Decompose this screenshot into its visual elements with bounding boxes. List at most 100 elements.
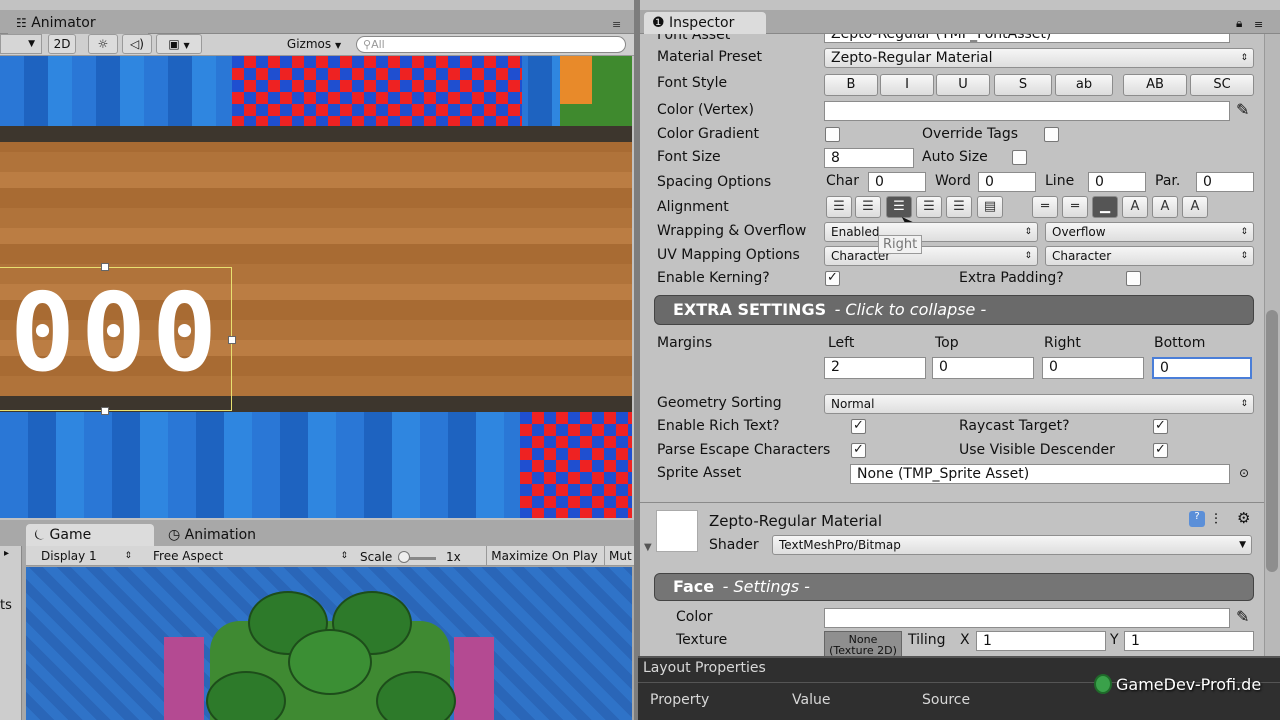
align-geometry-button[interactable]: ▤ [977, 196, 1003, 218]
face-color-swatch[interactable] [824, 608, 1230, 628]
inspector-menu-icon[interactable]: ≡ [1254, 18, 1263, 31]
align-justify-button[interactable]: ☰ [916, 196, 942, 218]
extra-settings-hint: - Click to collapse - [834, 300, 987, 319]
valign-bottom-button[interactable]: ▁ [1092, 196, 1118, 218]
lighting-toggle[interactable]: ☼ [88, 34, 118, 54]
material-preset-value: Zepto-Regular Material [831, 50, 993, 66]
color-vertex-swatch[interactable] [824, 101, 1230, 121]
scene-viewport[interactable]: 000 [0, 56, 632, 518]
valign-middle-button[interactable]: ═ [1062, 196, 1088, 218]
material-foldout-icon[interactable]: ▼ [644, 542, 652, 553]
overflow-dropdown[interactable]: Overflow ⇕ [1045, 222, 1254, 242]
margin-bottom-input[interactable]: 0 [1152, 357, 1252, 379]
face-settings-header[interactable]: Face - Settings - [654, 573, 1254, 601]
color-gradient-checkbox[interactable] [825, 127, 840, 142]
tab-animation[interactable]: ◷ Animation [160, 524, 300, 546]
visible-descender-checkbox[interactable]: ✓ [1153, 443, 1168, 458]
valign-top-button[interactable]: ═ [1032, 196, 1058, 218]
margin-right-input[interactable]: 0 [1042, 357, 1144, 379]
clock-icon: ◷ [168, 527, 181, 543]
char-spacing-input[interactable]: 0 [868, 172, 926, 192]
style-lowercase-button[interactable]: ab [1055, 74, 1113, 96]
info-icon: ❶ [652, 15, 665, 31]
style-strike-button[interactable]: S [994, 74, 1052, 96]
rich-text-label: Enable Rich Text? [657, 418, 780, 434]
raycast-checkbox[interactable]: ✓ [1153, 419, 1168, 434]
layout-properties-title[interactable]: Layout Properties [643, 660, 766, 676]
style-uppercase-button[interactable]: AB [1123, 74, 1187, 96]
sprite-asset-field[interactable]: None (TMP_Sprite Asset) [850, 464, 1230, 484]
help-book-icon[interactable]: ? [1189, 511, 1205, 527]
extra-settings-header[interactable]: EXTRA SETTINGS - Click to collapse - [654, 295, 1254, 325]
handle-top[interactable] [101, 263, 109, 271]
shading-dropdown[interactable]: ▼ [0, 34, 42, 54]
handle-bottom[interactable] [101, 407, 109, 415]
sand-tile [560, 56, 592, 104]
gizmos-dropdown[interactable]: Gizmos ▼ [282, 34, 346, 54]
eyedropper-icon[interactable]: ✎ [1236, 607, 1249, 626]
override-tags-checkbox[interactable] [1044, 127, 1059, 142]
settings-gear-icon[interactable]: ⚙ [1237, 509, 1250, 527]
margin-left-input[interactable]: 2 [824, 357, 926, 379]
escape-chars-checkbox[interactable]: ✓ [851, 443, 866, 458]
override-tags-label: Override Tags [922, 126, 1019, 142]
material-preset-dropdown[interactable]: Zepto-Regular Material ⇕ [824, 48, 1254, 68]
geometry-sorting-dropdown[interactable]: Normal ⇕ [824, 394, 1254, 414]
aspect-dropdown[interactable]: Free Aspect ⇕ [146, 546, 354, 566]
display-dropdown[interactable]: Display 1 ⇕ [34, 546, 138, 566]
object-picker-icon[interactable]: ⊙ [1239, 466, 1249, 480]
margin-top-input[interactable]: 0 [932, 357, 1034, 379]
escape-chars-label: Parse Escape Characters [657, 442, 831, 458]
extra-padding-checkbox[interactable] [1126, 271, 1141, 286]
align-flush-icon: ☰ [953, 199, 965, 214]
audio-toggle[interactable]: ◁) [122, 34, 152, 54]
font-asset-field[interactable]: Zepto-Regular (TMP_FontAsset) [824, 34, 1230, 43]
tab-inspector[interactable]: ❶ Inspector [644, 12, 766, 34]
style-italic-button[interactable]: I [880, 74, 934, 96]
mode-2d-toggle[interactable]: 2D [48, 34, 76, 54]
collapse-icon[interactable]: ▸ [4, 548, 9, 559]
preset-sliders-icon[interactable]: ⫶ [1214, 510, 1218, 528]
font-size-input[interactable]: 8 [824, 148, 914, 168]
eyedropper-icon[interactable]: ✎ [1236, 100, 1249, 119]
style-underline-button[interactable]: U [936, 74, 990, 96]
effects-dropdown[interactable]: ▣ ▼ [156, 34, 202, 54]
tiling-y-input[interactable]: 1 [1124, 631, 1254, 651]
valign-capline-button[interactable]: A [1182, 196, 1208, 218]
scene-menu-icon[interactable]: ≡ [612, 18, 621, 31]
par-spacing-input[interactable]: 0 [1196, 172, 1254, 192]
maximize-on-play-toggle[interactable]: Maximize On Play [486, 546, 602, 566]
margin-right-label: Right [1044, 335, 1081, 351]
scale-slider-thumb[interactable] [398, 551, 410, 563]
uv-horizontal-dropdown[interactable]: Character ⇕ [824, 246, 1038, 266]
align-center-button[interactable]: ☰ [855, 196, 881, 218]
lock-icon[interactable]: 🔒︎ [1236, 16, 1242, 31]
shader-dropdown[interactable]: TextMeshPro/Bitmap ▼ [772, 535, 1252, 555]
char-label: Char [826, 173, 859, 189]
style-smallcaps-button[interactable]: SC [1190, 74, 1254, 96]
word-spacing-input[interactable]: 0 [978, 172, 1036, 192]
watermark: GameDev-Profi.de [1116, 675, 1262, 694]
tiling-x-input[interactable]: 1 [976, 631, 1106, 651]
line-spacing-input[interactable]: 0 [1088, 172, 1146, 192]
texture-slot[interactable]: None (Texture 2D) [824, 631, 902, 657]
mute-toggle[interactable]: Mut [604, 546, 636, 566]
auto-size-checkbox[interactable] [1012, 150, 1027, 165]
wrapping-dropdown[interactable]: Enabled ⇕ [824, 222, 1038, 242]
uv-vertical-dropdown[interactable]: Character ⇕ [1045, 246, 1254, 266]
kerning-checkbox[interactable]: ✓ [825, 271, 840, 286]
scale-value: 1x [446, 550, 461, 564]
score-text: 000 [10, 271, 224, 396]
chevron-updown-icon: ⇕ [1240, 227, 1248, 237]
valign-baseline-button[interactable]: A [1122, 196, 1148, 218]
rich-text-checkbox[interactable]: ✓ [851, 419, 866, 434]
align-flush-button[interactable]: ☰ [946, 196, 972, 218]
tab-game[interactable]: ⏾ Game [26, 524, 154, 546]
scene-search-input[interactable]: ⚲All [356, 36, 626, 53]
valign-midline-button[interactable]: A [1152, 196, 1178, 218]
tab-animator[interactable]: ☷ Animator [8, 12, 148, 34]
align-left-button[interactable]: ☰ [826, 196, 852, 218]
style-bold-button[interactable]: B [824, 74, 878, 96]
game-viewport[interactable] [26, 567, 632, 720]
inspector-scroll-thumb[interactable] [1266, 310, 1278, 572]
